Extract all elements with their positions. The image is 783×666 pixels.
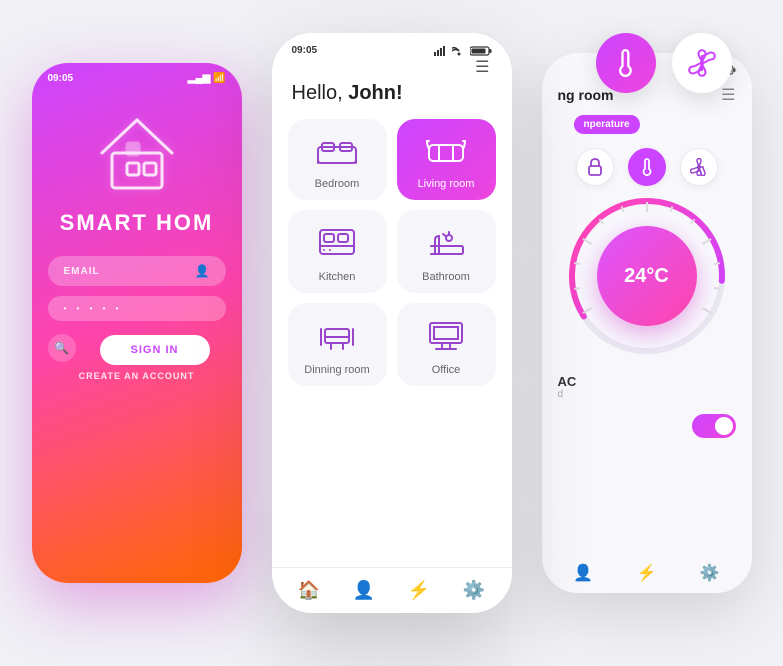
center-signal <box>434 46 492 56</box>
dinning-room-icon <box>315 319 359 356</box>
temp-badge-container: nperature <box>542 111 752 138</box>
lock-ctrl[interactable] <box>576 148 614 186</box>
toggle-row <box>542 410 752 442</box>
greeting-name: John! <box>348 82 402 104</box>
profile-nav-icon[interactable]: 👤 <box>353 580 375 601</box>
kitchen-icon <box>318 226 356 263</box>
phone-right: ng room ☰ nperature <box>542 53 752 593</box>
home-nav-icon[interactable]: 🏠 <box>298 580 320 601</box>
ac-toggle[interactable] <box>692 414 736 438</box>
create-account-link[interactable]: CREATE AN ACCOUNT <box>32 371 242 381</box>
living-room-label: Living room <box>418 178 475 190</box>
temp-dial[interactable]: 24°C <box>567 196 727 356</box>
sign-in-button[interactable]: SIGN IN <box>100 335 210 365</box>
house-icon <box>32 108 242 198</box>
temp-badge: nperature <box>574 115 640 134</box>
right-lightning-nav[interactable]: ⚡ <box>637 563 657 583</box>
left-time: 09:05 <box>48 73 74 84</box>
kitchen-label: Kitchen <box>319 271 356 283</box>
scene: 09:05 ▂▄▆ 📶 SMART HOM EMAIL 👤 • • • • • <box>32 23 752 643</box>
bathroom-icon <box>427 226 465 263</box>
greeting-pre: Hello, <box>292 82 349 104</box>
temp-dial-container: 24°C <box>542 196 752 356</box>
email-field[interactable]: EMAIL 👤 <box>48 256 226 286</box>
user-icon: 👤 <box>195 264 210 278</box>
bedroom-icon <box>316 135 358 170</box>
thermo-ctrl[interactable] <box>628 148 666 186</box>
ac-label: AC <box>558 374 736 389</box>
room-card-dinning-room[interactable]: Dinning room <box>288 303 387 386</box>
search-row: 🔍 SIGN IN <box>32 331 242 365</box>
password-field[interactable]: • • • • • <box>48 296 226 321</box>
left-brand: SMART HOM <box>32 210 242 236</box>
center-bottom-nav: 🏠 👤 ⚡ ⚙️ <box>272 567 512 613</box>
ac-section: AC d <box>542 364 752 410</box>
right-profile-nav[interactable]: 👤 <box>573 563 593 583</box>
center-time: 09:05 <box>292 45 318 56</box>
settings-nav-icon[interactable]: ⚙️ <box>463 580 485 601</box>
greeting: Hello, John! <box>272 82 512 119</box>
right-bottom-nav: 👤 ⚡ ⚙️ <box>542 553 752 593</box>
left-login-area: EMAIL 👤 • • • • • <box>32 236 242 321</box>
room-card-bathroom[interactable]: Bathroom <box>397 210 496 293</box>
fan-ctrl[interactable] <box>680 148 718 186</box>
right-settings-nav[interactable]: ⚙️ <box>700 563 720 583</box>
rooms-grid: Bedroom Living room <box>272 119 512 386</box>
room-card-living-room[interactable]: Living room <box>397 119 496 200</box>
office-label: Office <box>432 364 461 376</box>
phone-left: 09:05 ▂▄▆ 📶 SMART HOM EMAIL 👤 • • • • • <box>32 63 242 583</box>
fan-float-icon[interactable] <box>672 33 732 93</box>
phone-center: 09:05 ☰ Hello, John! <box>272 33 512 613</box>
bathroom-label: Bathroom <box>422 271 470 283</box>
menu-icon[interactable]: ☰ <box>272 60 512 82</box>
thermometer-float-icon[interactable] <box>596 33 656 93</box>
ac-sub: d <box>558 389 736 400</box>
password-dots: • • • • • <box>64 304 123 313</box>
email-label: EMAIL <box>64 266 100 277</box>
control-icons-row <box>542 148 752 186</box>
office-icon <box>426 319 466 356</box>
room-card-office[interactable]: Office <box>397 303 496 386</box>
temp-value: 24°C <box>597 226 697 326</box>
center-status-bar: 09:05 <box>272 33 512 60</box>
lightning-nav-icon[interactable]: ⚡ <box>408 580 430 601</box>
room-card-kitchen[interactable]: Kitchen <box>288 210 387 293</box>
floating-icons <box>596 33 732 93</box>
search-icon[interactable]: 🔍 <box>48 334 76 362</box>
room-card-bedroom[interactable]: Bedroom <box>288 119 387 200</box>
bedroom-label: Bedroom <box>315 178 360 190</box>
dinning-room-label: Dinning room <box>304 364 369 376</box>
left-signal: ▂▄▆ 📶 <box>188 73 226 84</box>
left-status-bar: 09:05 ▂▄▆ 📶 <box>32 63 242 88</box>
living-room-icon <box>425 135 467 170</box>
